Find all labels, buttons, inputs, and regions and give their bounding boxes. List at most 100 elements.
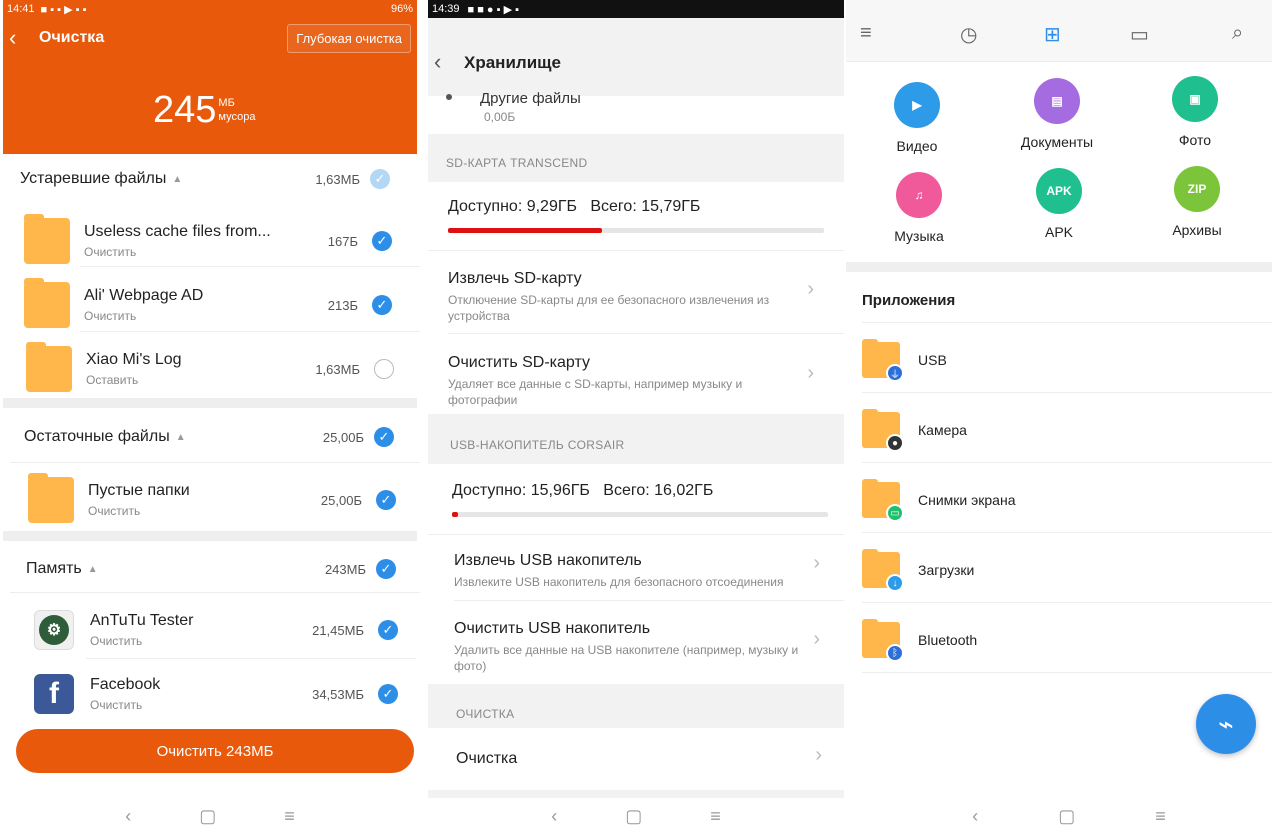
sd-card-capacity: Доступно: 9,29ГБ Всего: 15,79ГБ [448,198,700,216]
section-header-outdated[interactable]: Устаревшие файлы ▲ 1,63МБ ✓ [20,169,390,189]
list-item[interactable]: f Facebook Очистить 34,53МБ ✓ [34,672,398,716]
chevron-right-icon: › [813,628,820,650]
clean-button[interactable]: Очистить 243МБ [16,729,414,773]
nav-menu-icon[interactable]: ≡ [1155,806,1166,827]
category-music[interactable]: ♫ Музыка [864,172,974,244]
divider [10,462,420,463]
apk-icon: APK [1036,168,1082,214]
checkbox-checked-icon[interactable]: ✓ [370,169,390,189]
battery-level: 96% [390,3,413,15]
cleanup-item[interactable]: Очистка › [456,744,836,768]
list-item[interactable]: Useless cache files from... Очистить 167… [24,214,392,266]
other-files-label: Другие файлы [480,90,581,107]
eject-usb-item[interactable]: Извлечь USB накопитель Извлеките USB нак… [454,552,834,590]
category-photo[interactable]: ▣ Фото [1140,76,1250,148]
item-title: Пустые папки [88,482,190,499]
folder-icon: ● [862,409,904,452]
list-item[interactable]: ⚙ AnTuTu Tester Очистить 21,45МБ ✓ [34,608,398,652]
section-size: 243МБ [324,561,366,577]
format-usb-item[interactable]: Очистить USB накопитель Удалить все данн… [454,620,834,674]
eject-sd-item[interactable]: Извлечь SD-карту Отключение SD-карты для… [448,270,828,324]
app-folder-usb[interactable]: ⏚ USB [862,339,947,382]
nav-back-icon[interactable]: ‹ [551,806,557,827]
usb-available: Доступно: 15,96ГБ [452,482,590,499]
folder-icon [26,342,72,392]
deep-clean-button[interactable]: Глубокая очистка [287,23,411,53]
cleanup-caption: ОЧИСТКА [456,707,515,721]
category-archives[interactable]: ZIP Архивы [1142,166,1252,238]
bluetooth-icon: ᛒ [886,644,904,662]
other-files-size: 0,00Б [484,110,516,124]
caret-up-icon: ▲ [172,173,183,185]
item-size: 1,63МБ [315,361,360,377]
checkbox-checked-icon[interactable]: ✓ [378,620,398,640]
category-apk[interactable]: APK APK [1004,168,1114,240]
back-icon[interactable]: ‹ [434,51,456,73]
app-folder-screenshots[interactable]: ▭ Снимки экрана [862,479,1015,522]
format-sd-item[interactable]: Очистить SD-карту Удаляет все данные с S… [448,354,828,408]
category-video[interactable]: ▶ Видео [862,82,972,154]
category-label: APK [1044,224,1073,240]
section-header-memory[interactable]: Память ▲ 243МБ ✓ [26,559,396,579]
recent-clock-icon[interactable]: ◷ [960,22,977,47]
video-icon: ▶ [894,82,940,128]
item-size: 213Б [327,297,358,313]
nav-menu-icon[interactable]: ≡ [284,806,295,827]
back-icon[interactable]: ‹ [9,27,31,49]
folder-icon: ▭ [862,479,904,522]
checkbox-checked-icon[interactable]: ✓ [374,427,394,447]
item-description: Удалить все данные на USB накопителе (на… [454,643,799,673]
clean-fab-broom-icon[interactable]: ⌁ [1196,694,1256,754]
storage-header: ‹ Хранилище [428,18,844,96]
item-title: Очистить USB накопитель [454,620,651,637]
section-divider [3,398,417,408]
nav-home-icon[interactable]: ▢ [625,806,642,827]
checkbox-checked-icon[interactable]: ✓ [378,684,398,704]
nav-home-icon[interactable]: ▢ [199,806,216,827]
nav-menu-icon[interactable]: ≡ [710,806,721,827]
sd-usage-bar [448,228,824,233]
item-title: Facebook [90,676,161,693]
menu-icon[interactable]: ≡ [860,22,872,45]
app-folder-bluetooth[interactable]: ᛒ Bluetooth [862,619,977,662]
checkbox-checked-icon[interactable]: ✓ [372,231,392,251]
checkbox-checked-icon[interactable]: ✓ [376,559,396,579]
nav-back-icon[interactable]: ‹ [125,806,131,827]
item-description: Отключение SD-карты для ее безопасного и… [448,293,770,323]
document-icon: ▤ [1034,78,1080,124]
category-documents[interactable]: ▤ Документы [1002,78,1112,150]
junk-summary: 245 МБ мусора [153,90,255,130]
list-item[interactable]: Ali' Webpage AD Очистить 213Б ✓ [24,278,392,330]
divider [86,658,416,659]
checkbox-unchecked-icon[interactable] [374,359,394,379]
system-navbar: ‹ ▢ ≡ [428,796,844,836]
list-item[interactable]: Xiao Mi's Log Оставить 1,63МБ [26,342,394,394]
app-folder-camera[interactable]: ● Камера [862,409,967,452]
checkbox-checked-icon[interactable]: ✓ [372,295,392,315]
sd-total: Всего: 15,79ГБ [590,198,701,215]
list-item[interactable]: Пустые папки Очистить 25,00Б ✓ [28,473,396,525]
usb-caption: USB-НАКОПИТЕЛЬ CORSAIR [450,438,625,452]
folder-icon [28,473,74,523]
search-icon[interactable]: ⌕ [1232,22,1243,45]
apps-heading: Приложения [862,292,956,309]
section-header-residual[interactable]: Остаточные файлы ▲ 25,00Б ✓ [24,427,394,447]
nav-home-icon[interactable]: ▢ [1058,806,1075,827]
nav-back-icon[interactable]: ‹ [972,806,978,827]
app-folder-downloads[interactable]: ↓ Загрузки [862,549,974,592]
item-action: Очистить [84,309,137,323]
sd-available: Доступно: 9,29ГБ [448,198,578,215]
item-action: Очистить [90,634,143,648]
folder-icon: ⏚ [862,339,904,382]
folder-icon[interactable]: ▭ [1130,22,1149,47]
cleaner-screen: 14:41 ■ ▪ ▪ ▶ ▪ ▪ 96% ‹ Очистка Глубокая… [0,0,420,836]
section-title: Остаточные файлы [24,428,170,445]
music-icon: ♫ [896,172,942,218]
item-title: AnTuTu Tester [90,612,194,629]
page-title: Хранилище [464,53,561,72]
checkbox-checked-icon[interactable]: ✓ [376,490,396,510]
usb-icon: ⏚ [886,364,904,382]
item-title: Очистка [456,750,518,767]
status-time: 14:39 [432,3,460,15]
categories-grid-icon[interactable]: ⊞ [1044,22,1061,47]
